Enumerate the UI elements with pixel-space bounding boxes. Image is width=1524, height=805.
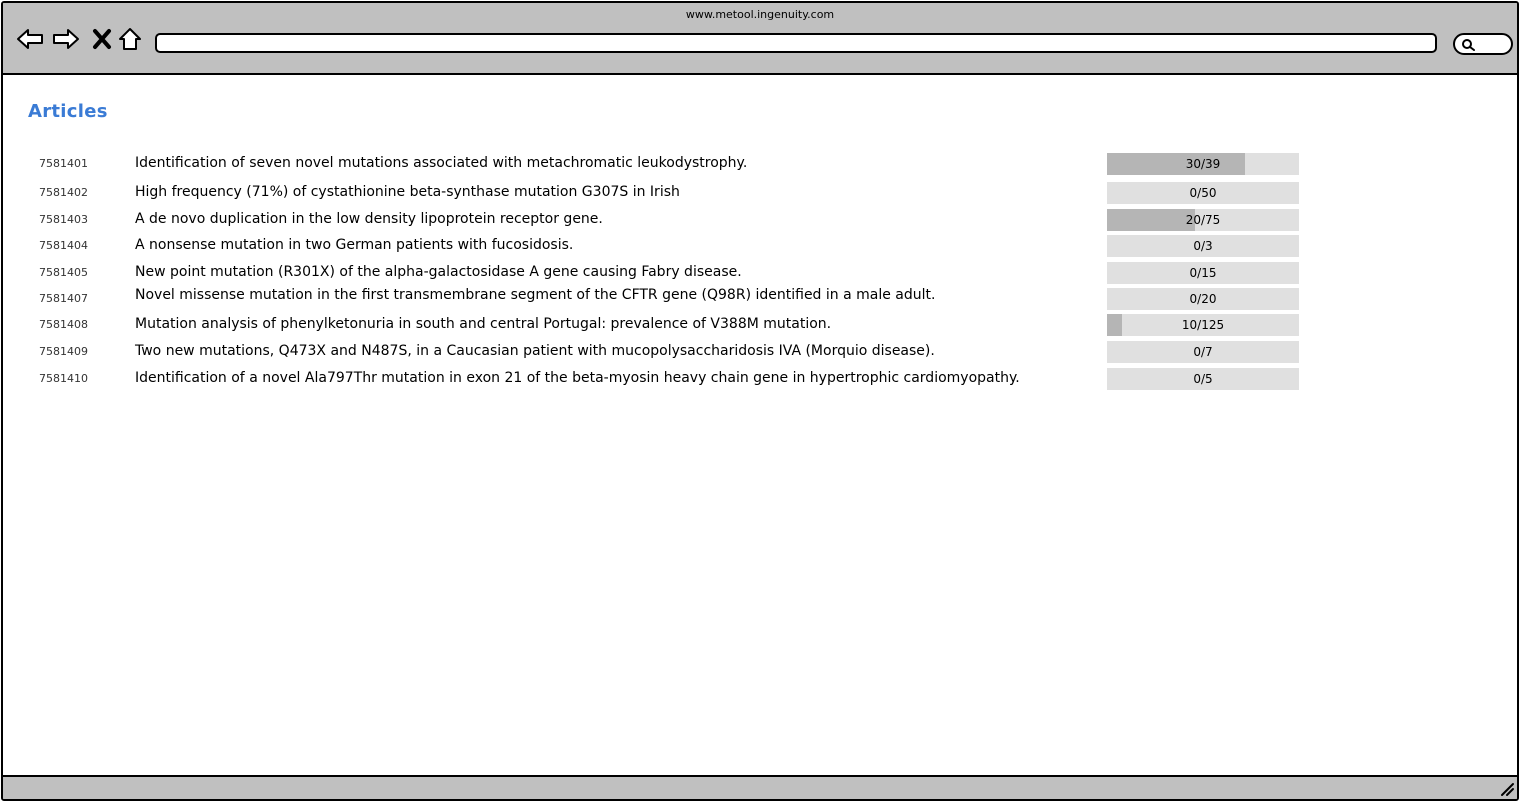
progress-label: 0/3 bbox=[1193, 239, 1213, 253]
article-row: 7581407 Novel missense mutation in the f… bbox=[3, 287, 1517, 312]
progress-bar: 10/125 bbox=[1107, 314, 1299, 336]
article-row: 7581405 New point mutation (R301X) of th… bbox=[3, 262, 1517, 286]
progress-label: 30/39 bbox=[1185, 157, 1221, 171]
status-bar bbox=[3, 775, 1517, 799]
article-id: 7581401 bbox=[39, 157, 88, 170]
article-id: 7581404 bbox=[39, 239, 88, 252]
progress-label: 10/125 bbox=[1181, 318, 1225, 332]
address-bar[interactable] bbox=[155, 33, 1437, 53]
article-title-link[interactable]: Novel missense mutation in the first tra… bbox=[135, 287, 935, 303]
stop-button[interactable] bbox=[87, 23, 117, 55]
article-id: 7581410 bbox=[39, 372, 88, 385]
progress-bar: 20/75 bbox=[1107, 209, 1299, 231]
stop-icon bbox=[93, 29, 111, 49]
article-id: 7581402 bbox=[39, 186, 88, 199]
progress-bar: 0/5 bbox=[1107, 368, 1299, 390]
progress-bar: 0/15 bbox=[1107, 262, 1299, 284]
home-icon bbox=[119, 28, 141, 50]
article-title-link[interactable]: New point mutation (R301X) of the alpha-… bbox=[135, 264, 742, 280]
article-title-link[interactable]: Mutation analysis of phenylketonuria in … bbox=[135, 316, 831, 332]
search-icon bbox=[1462, 39, 1475, 51]
article-title-link[interactable]: A de novo duplication in the low density… bbox=[135, 211, 603, 227]
home-button[interactable] bbox=[115, 23, 145, 55]
article-id: 7581407 bbox=[39, 292, 88, 305]
forward-arrow-icon bbox=[53, 29, 79, 49]
progress-label: 0/5 bbox=[1193, 372, 1213, 386]
back-button[interactable] bbox=[15, 23, 45, 55]
article-title-link[interactable]: Identification of a novel Ala797Thr muta… bbox=[135, 370, 1020, 386]
article-row: 7581404 A nonsense mutation in two Germa… bbox=[3, 235, 1517, 259]
article-id: 7581405 bbox=[39, 266, 88, 279]
progress-bar: 0/3 bbox=[1107, 235, 1299, 257]
article-row: 7581402 High frequency (71%) of cystathi… bbox=[3, 182, 1517, 206]
browser-search-field[interactable] bbox=[1453, 33, 1513, 55]
article-title-link[interactable]: High frequency (71%) of cystathionine be… bbox=[135, 184, 680, 200]
browser-toolbar: www.metool.ingenuity.com bbox=[3, 3, 1517, 75]
forward-button[interactable] bbox=[51, 23, 81, 55]
article-id: 7581409 bbox=[39, 345, 88, 358]
article-title-link[interactable]: Two new mutations, Q473X and N487S, in a… bbox=[135, 343, 935, 359]
progress-label: 20/75 bbox=[1185, 213, 1221, 227]
page-title: Articles bbox=[28, 101, 108, 122]
page-content: Articles 7581401 Identification of seven… bbox=[3, 75, 1517, 777]
progress-label: 0/15 bbox=[1189, 266, 1217, 280]
progress-bar: 0/50 bbox=[1107, 182, 1299, 204]
article-id: 7581408 bbox=[39, 318, 88, 331]
article-row: 7581403 A de novo duplication in the low… bbox=[3, 209, 1517, 233]
article-title-link[interactable]: A nonsense mutation in two German patien… bbox=[135, 237, 573, 253]
article-title-link[interactable]: Identification of seven novel mutations … bbox=[135, 155, 747, 171]
progress-bar: 30/39 bbox=[1107, 153, 1299, 175]
article-row: 7581401 Identification of seven novel mu… bbox=[3, 153, 1517, 177]
back-arrow-icon bbox=[17, 29, 43, 49]
progress-label: 0/7 bbox=[1193, 345, 1213, 359]
progress-label: 0/20 bbox=[1189, 292, 1217, 306]
resize-grip-icon[interactable] bbox=[1499, 781, 1515, 797]
article-row: 7581410 Identification of a novel Ala797… bbox=[3, 368, 1517, 392]
article-id: 7581403 bbox=[39, 213, 88, 226]
window-title: www.metool.ingenuity.com bbox=[685, 8, 835, 21]
progress-bar: 0/7 bbox=[1107, 341, 1299, 363]
progress-bar: 0/20 bbox=[1107, 288, 1299, 310]
article-row: 7581409 Two new mutations, Q473X and N48… bbox=[3, 341, 1517, 365]
browser-window: www.metool.ingenuity.com Articles 758140… bbox=[1, 1, 1519, 801]
progress-label: 0/50 bbox=[1189, 186, 1217, 200]
article-row: 7581408 Mutation analysis of phenylketon… bbox=[3, 314, 1517, 338]
